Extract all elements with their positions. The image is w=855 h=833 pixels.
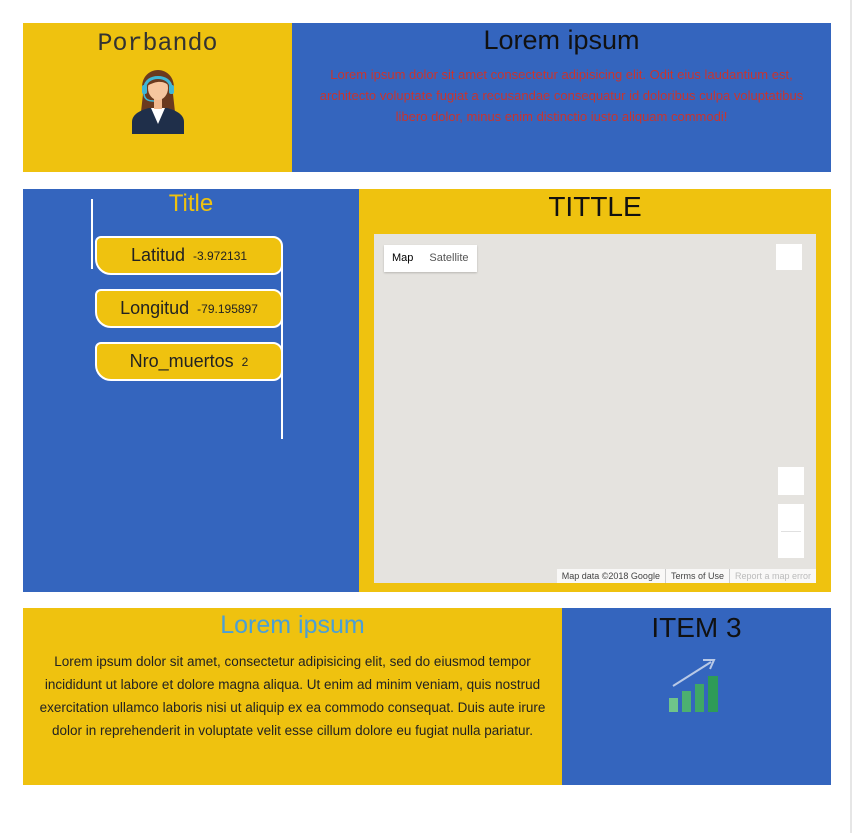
zoom-divider: [781, 531, 801, 532]
info-item-label: Nro_muertos: [129, 351, 234, 371]
terms-of-use-link[interactable]: Terms of Use: [664, 569, 729, 583]
info-item-value: 2: [241, 354, 249, 369]
map-attribution: Map data ©2018 Google: [561, 571, 660, 581]
map-type-map-button[interactable]: Map: [384, 245, 421, 272]
map-panel: TITTLE Map Satellite Map data ©2018 Goog…: [359, 189, 831, 592]
map-type-satellite-button[interactable]: Satellite: [421, 245, 476, 272]
item3-title: ITEM 3: [651, 612, 742, 643]
info-item-label: Latitud: [130, 245, 185, 265]
google-map[interactable]: Map Satellite Map data ©2018 Google Term…: [374, 234, 816, 583]
header-row: Porbando Lorem ipsum Lorem ipsum dolor s…: [23, 23, 831, 172]
info-panel-title: Title: [168, 190, 214, 217]
street-view-pegman-button[interactable]: [778, 467, 804, 495]
growth-chart-icon: [669, 659, 718, 712]
hero-panel: Lorem ipsum Lorem ipsum dolor sit amet c…: [292, 23, 831, 172]
info-item-value: -3.972131: [193, 248, 248, 263]
info-item-latitud: Latitud -3.972131: [95, 236, 283, 275]
ribbon-edge-right: [281, 249, 283, 439]
info-item-label: Longitud: [120, 298, 190, 318]
info-panel: Title Latitud -3.972131 Longitud -79.195…: [23, 189, 359, 592]
about-title: Lorem ipsum: [220, 611, 365, 639]
info-item-longitud: Longitud -79.195897: [95, 289, 283, 328]
zoom-control[interactable]: [778, 504, 804, 558]
item3-panel: ITEM 3: [562, 608, 831, 785]
info-item-nro-muertos: Nro_muertos 2: [95, 342, 283, 381]
ribbon-edge-left: [91, 199, 93, 269]
report-map-error-link[interactable]: Report a map error: [728, 569, 816, 583]
map-panel-title: TITTLE: [548, 191, 642, 222]
fullscreen-button[interactable]: [776, 244, 802, 270]
footer-row: Lorem ipsum Lorem ipsum dolor sit amet, …: [23, 608, 831, 785]
support-agent-icon: [132, 70, 184, 134]
scrollbar[interactable]: [850, 0, 852, 833]
hero-title: Lorem ipsum: [483, 25, 640, 55]
info-item-value: -79.195897: [197, 301, 258, 316]
map-attribution-bar: Map data ©2018 Google Terms of Use Repor…: [556, 569, 816, 583]
content-row: Title Latitud -3.972131 Longitud -79.195…: [23, 189, 831, 592]
brand-title: Porbando: [97, 29, 218, 58]
about-text: Lorem ipsum dolor sit amet, consectetur …: [39, 654, 546, 738]
about-panel: Lorem ipsum Lorem ipsum dolor sit amet, …: [23, 608, 562, 785]
map-type-control: Map Satellite: [384, 245, 477, 272]
brand-panel: Porbando: [23, 23, 292, 172]
hero-text: Lorem ipsum dolor sit amet consectetur a…: [319, 67, 804, 124]
